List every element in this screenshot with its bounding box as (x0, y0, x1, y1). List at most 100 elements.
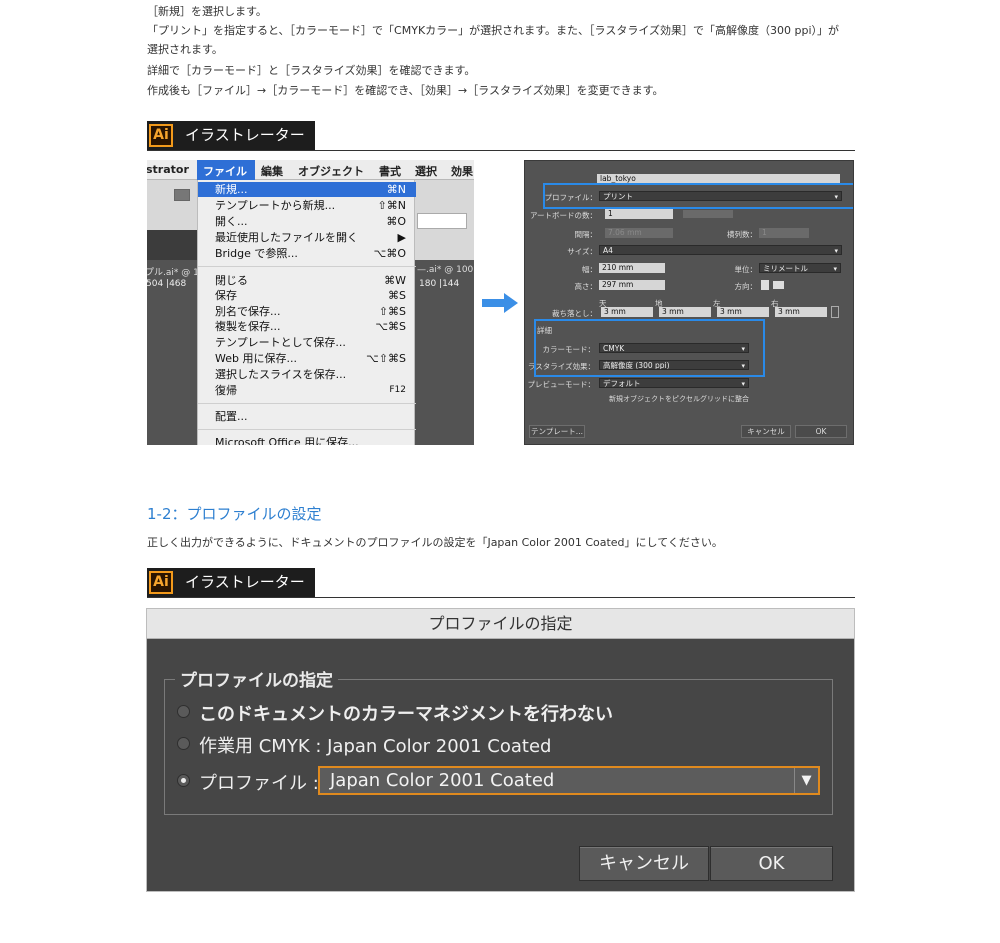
section-body: 正しく出力ができるように、ドキュメントのプロファイルの設定を「Japan Col… (147, 536, 723, 549)
option-working-cmyk[interactable]: 作業用 CMYK : Japan Color 2001 Coated (199, 732, 551, 758)
right-arrow-icon (482, 293, 518, 313)
menu-file[interactable]: ファイル (203, 163, 247, 179)
intro-line-1: ［新規］を選択します。 (147, 5, 267, 18)
preview-label: プレビューモード： (527, 380, 596, 389)
menu-item-shortcut: ⌥⌘O (373, 247, 406, 260)
ok-button-small[interactable]: OK (795, 425, 847, 438)
menu-item-label: 別名で保存... (215, 305, 281, 318)
artboard-layout-icons[interactable] (683, 210, 733, 218)
intro-line-3: 選択されます。 (147, 43, 223, 56)
menu-type[interactable]: 書式 (379, 163, 401, 179)
template-button[interactable]: テンプレート... (529, 425, 585, 438)
menu-item-close[interactable]: 閉じる ⌘W (198, 273, 416, 288)
width-field[interactable]: 210 mm (599, 263, 665, 273)
portrait-icon[interactable] (761, 280, 769, 290)
units-select[interactable]: ミリメートル (759, 263, 841, 273)
menu-item-shortcut: ⌥⇧⌘S (366, 352, 406, 365)
menu-item-shortcut: ⌘O (386, 215, 406, 228)
menu-item-save[interactable]: 保存 ⌘S (198, 288, 416, 303)
group-label: プロファイルの指定 (175, 666, 338, 691)
file-menu-screenshot: strator ファイル 編集 オブジェクト 書式 選択 効果 プル.ai* @… (147, 160, 474, 445)
menu-item-browse-bridge[interactable]: Bridge で参照... ⌥⌘O (198, 246, 416, 261)
bleed-label: 裁ち落とし： (552, 309, 597, 318)
menu-item-save-template[interactable]: テンプレートとして保存... (198, 335, 416, 350)
menu-app[interactable]: strator (147, 163, 189, 176)
dialog-title: プロファイルの指定 (147, 609, 854, 639)
menu-item-shortcut: ⌘W (384, 274, 406, 287)
menu-item-save-copy[interactable]: 複製を保存... ⌥⌘S (198, 319, 416, 334)
radio-no-color-management[interactable] (177, 705, 190, 718)
intro-line-2: 「プリント」を指定すると、［カラーモード］で「CMYKカラー」が選択されます。ま… (147, 24, 840, 37)
menu-item-new[interactable]: 新規... ⌘N (198, 182, 416, 197)
artboards-label: アートボードの数： (529, 211, 597, 220)
menu-item-revert[interactable]: 復帰 F12 (198, 383, 416, 398)
menu-select[interactable]: 選択 (415, 163, 437, 179)
cancel-button-small[interactable]: キャンセル (741, 425, 791, 438)
menu-item-save-for-web[interactable]: Web 用に保存... ⌥⇧⌘S (198, 351, 416, 366)
menu-item-label: 選択したスライスを保存... (215, 368, 347, 381)
menu-item-shortcut: ⌘N (386, 183, 406, 196)
doc-tab-right[interactable]: —.ai* @ 100 (417, 265, 473, 275)
link-icon[interactable] (831, 306, 839, 318)
spacing-field[interactable]: 7.06 mm (605, 228, 673, 238)
bleed-bottom-field[interactable]: 3 mm (659, 307, 711, 317)
menu-item-open-recent[interactable]: 最近使用したファイルを開く ▶ (198, 230, 416, 245)
app-dark-strip (147, 230, 197, 260)
bleed-top-field[interactable]: 3 mm (601, 307, 653, 317)
toolbar-area (147, 180, 197, 230)
bleed-left-field[interactable]: 3 mm (717, 307, 769, 317)
workspace-icon[interactable] (174, 189, 190, 201)
menu-item-label: Web 用に保存... (215, 352, 297, 365)
submenu-arrow-icon: ▶ (397, 231, 406, 244)
radio-profile[interactable] (177, 774, 190, 787)
menu-item-label: テンプレートから新規... (215, 199, 336, 212)
section-tag: Ai イラストレーター (147, 121, 315, 150)
bleed-right-field[interactable]: 3 mm (775, 307, 827, 317)
width-label: 幅： (582, 265, 597, 274)
profile-highlight (543, 183, 853, 209)
menu-effect[interactable]: 効果 (451, 163, 473, 179)
cancel-button[interactable]: キャンセル (579, 846, 709, 881)
landscape-icon[interactable] (773, 281, 784, 289)
toolbar-field[interactable] (417, 213, 467, 229)
profile-select[interactable]: Japan Color 2001 Coated ▼ (318, 766, 820, 795)
menu-separator (198, 403, 416, 404)
file-menu: 新規... ⌘N テンプレートから新規... ⇧⌘N 開く... ⌘O 最近使用したフ… (197, 180, 416, 445)
menu-item-place[interactable]: 配置... (198, 409, 416, 424)
assign-profile-dialog: プロファイルの指定 プロファイルの指定 このドキュメントのカラーマネジメントを行… (146, 608, 855, 892)
menu-item-label: テンプレートとして保存... (215, 336, 346, 349)
menu-item-label: Bridge で参照... (215, 247, 298, 260)
menu-bar: strator ファイル 編集 オブジェクト 書式 選択 効果 (147, 160, 474, 180)
columns-field[interactable]: 1 (759, 228, 809, 238)
option-profile[interactable]: プロファイル : (199, 769, 319, 795)
menu-object[interactable]: オブジェクト (298, 163, 364, 179)
menu-item-label: 閉じる (215, 274, 248, 287)
menu-item-label: 最近使用したファイルを開く (215, 231, 358, 244)
pixel-grid-checkbox[interactable]: 新規オブジェクトをピクセルグリッドに整合 (609, 394, 749, 404)
section-header-illustrator: Ai イラストレーター (147, 121, 855, 151)
size-label: サイズ： (567, 247, 597, 256)
menu-item-save-office[interactable]: Microsoft Office 用に保存... (198, 435, 416, 445)
section-title: イラストレーター (185, 126, 305, 144)
artboards-field[interactable]: 1 (605, 209, 673, 219)
size-select[interactable]: A4 (599, 245, 842, 255)
menu-item-new-from-template[interactable]: テンプレートから新規... ⇧⌘N (198, 198, 416, 213)
preview-select[interactable]: デフォルト (599, 378, 749, 388)
section-header-illustrator-2: Ai イラストレーター (147, 568, 855, 598)
radio-working-cmyk[interactable] (177, 737, 190, 750)
option-no-color-management[interactable]: このドキュメントのカラーマネジメントを行わない (199, 700, 613, 726)
illustrator-logo-icon: Ai (149, 571, 173, 594)
ok-button[interactable]: OK (710, 846, 833, 881)
section-tag: Ai イラストレーター (147, 568, 315, 597)
menu-item-save-as[interactable]: 別名で保存... ⇧⌘S (198, 304, 416, 319)
document-left: プル.ai* @ 1 504 |468 (147, 260, 199, 445)
height-field[interactable]: 297 mm (599, 280, 665, 290)
height-label: 高さ： (574, 282, 598, 291)
menu-item-label: 開く... (215, 215, 248, 228)
menu-item-save-slices[interactable]: 選択したスライスを保存... (198, 367, 416, 382)
doc-tab-left[interactable]: プル.ai* @ 1 (147, 265, 199, 278)
illustrator-logo-icon: Ai (149, 124, 173, 147)
menu-item-open[interactable]: 開く... ⌘O (198, 214, 416, 229)
menu-separator (198, 266, 416, 267)
menu-edit[interactable]: 編集 (261, 163, 283, 179)
